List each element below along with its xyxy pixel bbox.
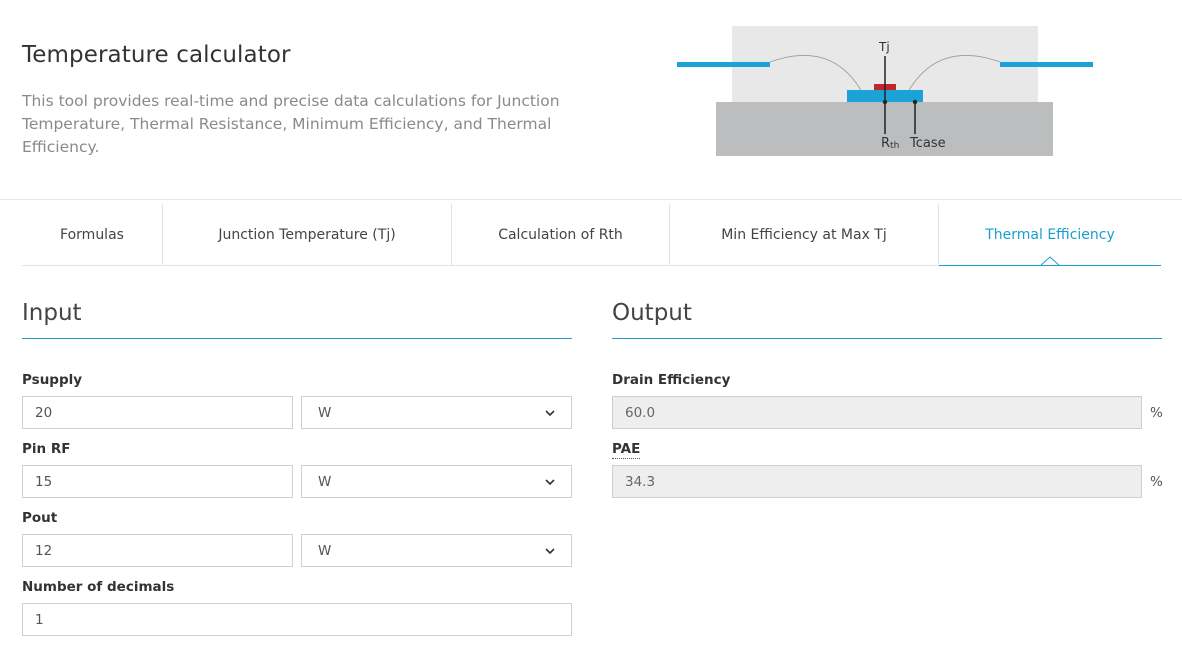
calculator-tabs: Formulas Junction Temperature (Tj) Calcu… <box>22 204 1161 266</box>
decimals-label: Number of decimals <box>22 579 175 595</box>
tab-label: Calculation of Rth <box>498 226 623 243</box>
tab-label: Thermal Efficiency <box>985 226 1115 243</box>
psupply-input[interactable]: 20 <box>22 396 293 429</box>
decimals-value: 1 <box>35 611 44 628</box>
drain-efficiency-value: 60.0 <box>625 404 656 421</box>
pout-unit: W <box>318 542 332 559</box>
tcase-dot <box>912 99 918 105</box>
page-description: This tool provides real-time and precise… <box>22 92 560 156</box>
pae-unit: % <box>1150 474 1163 490</box>
active-tab-notch <box>1040 256 1060 266</box>
psupply-unit-select[interactable]: W <box>301 396 572 429</box>
pin-rf-unit-select[interactable]: W <box>301 465 572 498</box>
output-heading-rule <box>612 338 1162 339</box>
drain-efficiency-unit: % <box>1150 405 1163 421</box>
rth-label-main: R <box>881 136 890 151</box>
lead-right <box>1000 62 1093 67</box>
chevron-down-icon <box>545 409 555 416</box>
tj-dot <box>882 99 888 105</box>
tj-label: Tj <box>878 40 890 54</box>
tab-formulas[interactable]: Formulas <box>22 204 163 265</box>
pin-rf-label: Pin RF <box>22 441 71 457</box>
lead-left <box>677 62 770 67</box>
pae-output: 34.3 <box>612 465 1142 498</box>
tab-thermal-efficiency[interactable]: Thermal Efficiency <box>939 204 1161 266</box>
tcase-label: Tcase <box>909 136 946 151</box>
psupply-value: 20 <box>35 404 53 421</box>
pout-unit-select[interactable]: W <box>301 534 572 567</box>
tab-label: Junction Temperature (Tj) <box>218 226 396 243</box>
input-heading: Input <box>22 300 82 326</box>
pout-input[interactable]: 12 <box>22 534 293 567</box>
pin-rf-value: 15 <box>35 473 53 490</box>
pin-rf-input[interactable]: 15 <box>22 465 293 498</box>
rth-label-sub: th <box>890 141 899 151</box>
psupply-unit: W <box>318 404 332 421</box>
chevron-down-icon <box>545 547 555 554</box>
drain-efficiency-label: Drain Efficiency <box>612 372 731 388</box>
chevron-down-icon <box>545 478 555 485</box>
drain-efficiency-output: 60.0 <box>612 396 1142 429</box>
pae-label[interactable]: PAE <box>612 441 641 459</box>
tab-min-efficiency[interactable]: Min Efficiency at Max Tj <box>670 204 939 265</box>
tab-calculation-rth[interactable]: Calculation of Rth <box>452 204 670 265</box>
pout-label: Pout <box>22 510 58 526</box>
tab-label: Formulas <box>60 226 124 243</box>
tab-label: Min Efficiency at Max Tj <box>721 226 887 243</box>
decimals-input[interactable]: 1 <box>22 603 572 636</box>
input-heading-rule <box>22 338 572 339</box>
thermal-diagram: Tj Rth Tcase <box>677 26 1093 156</box>
pae-value: 34.3 <box>625 473 656 490</box>
pin-rf-unit: W <box>318 473 332 490</box>
psupply-label: Psupply <box>22 372 83 388</box>
page-title: Temperature calculator <box>22 42 291 68</box>
page-header: Temperature calculator This tool provide… <box>0 0 1182 200</box>
pout-value: 12 <box>35 542 53 559</box>
output-heading: Output <box>612 300 692 326</box>
tab-junction-temperature[interactable]: Junction Temperature (Tj) <box>163 204 452 265</box>
